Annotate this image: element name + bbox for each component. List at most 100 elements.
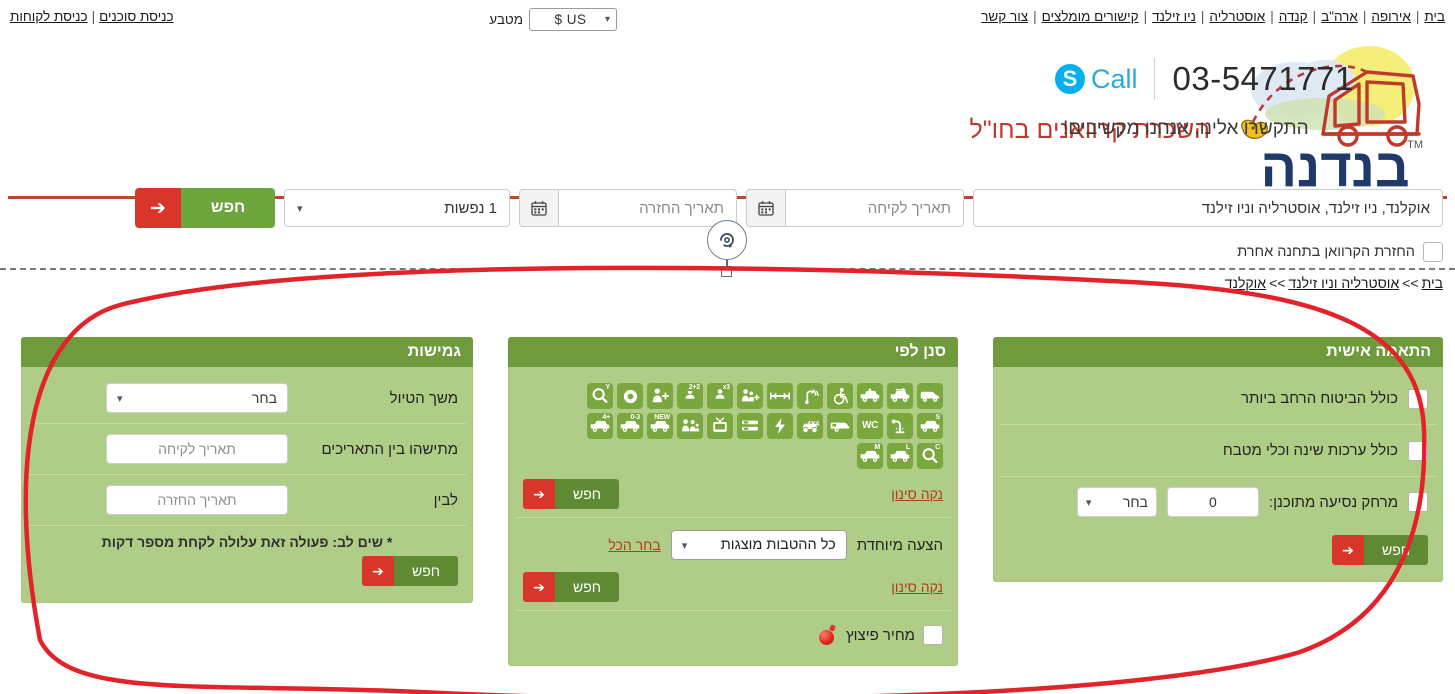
return-other-station-checkbox[interactable] [1423, 242, 1443, 262]
van-arrow-icon[interactable] [887, 383, 913, 409]
nav-separator: | [1270, 9, 1274, 24]
van-new-icon[interactable]: NEW [647, 413, 673, 439]
passengers-select[interactable]: ▾ 1 נפשות [284, 189, 510, 227]
location-input[interactable]: אוקלנד, ניו זילנד, אוסטרליה וניו זילנד [973, 189, 1443, 227]
calendar-icon[interactable] [746, 189, 786, 227]
top-bar: בית|אירופה|ארה"ב|קנדה|אוסטרליה|ניו זילנד… [0, 0, 1455, 38]
berth-2plus2-icon[interactable]: 2+2 [677, 383, 703, 409]
distance-input[interactable]: 0 [1166, 487, 1259, 517]
chevron-down-icon: ▾ [117, 392, 123, 405]
breadcrumb-item-2[interactable]: אוקלנד [1225, 275, 1266, 291]
distance-checkbox[interactable] [1408, 492, 1428, 512]
filter-icon-grid: A A x3 2+2 Y S WC 4X4 NEW 0-3 +4 C L M [515, 373, 951, 475]
special-offer-select[interactable]: ▾ כל ההטבות מוצגות [670, 530, 847, 560]
bed-length-icon[interactable] [767, 383, 793, 409]
distance-unit-select[interactable]: ▾ בחר [1076, 487, 1157, 517]
filter-clear-row: נקה סינון ➔ חפש [515, 475, 951, 517]
nav-link-5[interactable]: ניו זילנד [1150, 9, 1198, 24]
nav-link-3[interactable]: קנדה [1277, 9, 1310, 24]
caravan-trailer-icon[interactable] [827, 413, 853, 439]
special-offer-label: הצעה מיוחדת [856, 536, 943, 554]
nav-separator: | [1033, 9, 1037, 24]
wheelchair-icon[interactable] [827, 383, 853, 409]
shower-icon[interactable] [887, 413, 913, 439]
select-all-link[interactable]: בחר הכל [608, 537, 660, 553]
calendar-icon[interactable] [519, 189, 559, 227]
to-date-row: לבין תאריך החזרה [28, 475, 466, 526]
nav-link-7[interactable]: צור קשר [979, 9, 1030, 24]
family-icon[interactable] [677, 413, 703, 439]
chevron-down-icon: ▾ [681, 539, 688, 552]
to-date-input[interactable]: תאריך החזרה [106, 485, 288, 515]
panel-flexibility: גמישות משך הטיול ▾ בחר מתישהו בין התאריכ… [21, 337, 473, 603]
trip-length-select[interactable]: ▾ בחר [106, 383, 288, 413]
nav-link-2[interactable]: ארה"ב [1319, 9, 1360, 24]
agents-login-link[interactable]: כניסת סוכנים [99, 9, 173, 24]
skype-call-button[interactable]: Call [1055, 58, 1155, 100]
breadcrumb-separator: >> [1402, 275, 1419, 291]
panel-flexibility-title: גמישות [21, 337, 473, 367]
search-button[interactable]: ➔ חפש [135, 188, 275, 228]
icon-badge: 4X4 [807, 421, 819, 428]
passengers-value: 1 נפשות [444, 199, 497, 217]
breadcrumb-item-1[interactable]: אוסטרליה וניו זילנד [1288, 275, 1399, 291]
tv-icon[interactable] [707, 413, 733, 439]
trip-length-label: משך הטיול [389, 389, 458, 407]
panel-flexibility-body: משך הטיול ▾ בחר מתישהו בין התאריכים תארי… [21, 367, 473, 603]
currency-selector-group: ▾ US $ מטבע [489, 8, 617, 31]
wc-icon[interactable]: WC [857, 413, 883, 439]
nav-link-1[interactable]: אירופה [1369, 9, 1413, 24]
pickup-date-input[interactable]: תאריך לקיחה [786, 189, 964, 227]
return-date-group: תאריך החזרה [519, 189, 737, 227]
currency-select[interactable]: ▾ US $ [529, 8, 617, 31]
insurance-checkbox[interactable] [1408, 388, 1428, 409]
trip-length-row: משך הטיול ▾ בחר [28, 373, 466, 424]
nav-link-4[interactable]: אוסטרליה [1207, 9, 1267, 24]
currency-label: מטבע [489, 12, 523, 27]
nav-separator: | [1415, 9, 1420, 24]
flexibility-search-button[interactable]: ➔ חפש [362, 556, 458, 586]
van-l-icon[interactable]: L [887, 443, 913, 469]
van-m-icon[interactable]: M [857, 443, 883, 469]
filter-search-button[interactable]: ➔ חפש [523, 479, 619, 509]
filters-panels: גמישות משך הטיול ▾ בחר מתישהו בין התאריכ… [0, 337, 1455, 694]
personalize-search-button[interactable]: ➔ חפש [1332, 535, 1428, 565]
van-plus4-icon[interactable]: +4 [587, 413, 613, 439]
special-offer-search-button[interactable]: ➔ חפש [523, 572, 619, 602]
distance-label: מרחק נסיעה מתוכנן: [1268, 493, 1398, 511]
distance-row: מרחק נסיעה מתוכנן: 0 ▾ בחר ➔ חפש [1000, 477, 1436, 575]
nav-link-6[interactable]: קישורים מומלצים [1040, 9, 1141, 24]
four-by-four-icon[interactable]: 4X4 [797, 413, 823, 439]
quality-y-icon[interactable]: Y [587, 383, 613, 409]
insurance-label: כולל הביטוח הרחב ביותר [1240, 390, 1398, 407]
clear-filter-link-2[interactable]: נקה סינון [891, 579, 943, 595]
bomb-price-checkbox[interactable] [923, 625, 943, 645]
breadcrumb-item-0[interactable]: בית [1422, 275, 1443, 291]
berth-x3-icon[interactable]: x3 [707, 383, 733, 409]
automatic-transmission-icon[interactable]: AA [797, 383, 823, 409]
swap-handle[interactable] [721, 266, 732, 277]
quality-c-icon[interactable]: C [917, 443, 943, 469]
arrow-left-icon: ➔ [523, 572, 555, 602]
person-plus-icon[interactable] [647, 383, 673, 409]
nav-separator: | [1312, 9, 1317, 24]
chevron-down-icon: ▾ [1085, 496, 1092, 509]
kitchen-checkbox[interactable] [1408, 440, 1428, 461]
swap-dates-button[interactable] [707, 220, 747, 260]
customers-login-link[interactable]: כניסת לקוחות [10, 9, 88, 24]
nav-link-0[interactable]: בית [1422, 9, 1447, 24]
panel-personalize: התאמה אישית כולל הביטוח הרחב ביותר כולל … [993, 337, 1443, 582]
panel-personalize-body: כולל הביטוח הרחב ביותר כולל ערכות שינה ו… [993, 367, 1443, 582]
electricity-icon[interactable] [767, 413, 793, 439]
van-icon[interactable] [917, 383, 943, 409]
ring-icon[interactable] [617, 383, 643, 409]
van-s-icon[interactable]: S [917, 413, 943, 439]
nav-separator: | [1143, 9, 1148, 24]
clear-filter-link[interactable]: נקה סינון [891, 486, 943, 502]
family-plus-icon[interactable] [737, 383, 763, 409]
van-0-3-icon[interactable]: 0-3 [617, 413, 643, 439]
return-date-input[interactable]: תאריך החזרה [559, 189, 737, 227]
van-plus-icon[interactable] [857, 383, 883, 409]
between-from-date-input[interactable]: תאריך לקיחה [106, 434, 288, 464]
bunk-bed-icon[interactable] [737, 413, 763, 439]
